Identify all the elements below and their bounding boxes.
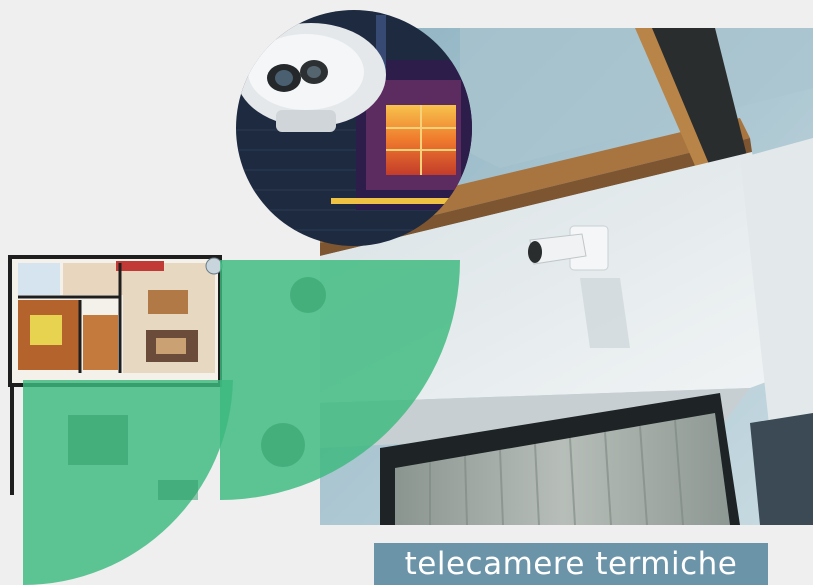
hero-image: telecamere termiche bbox=[0, 0, 813, 585]
floor-plan-coverage bbox=[8, 255, 460, 585]
thermal-camera-inset bbox=[236, 10, 472, 246]
caption-label: telecamere termiche bbox=[374, 543, 768, 585]
